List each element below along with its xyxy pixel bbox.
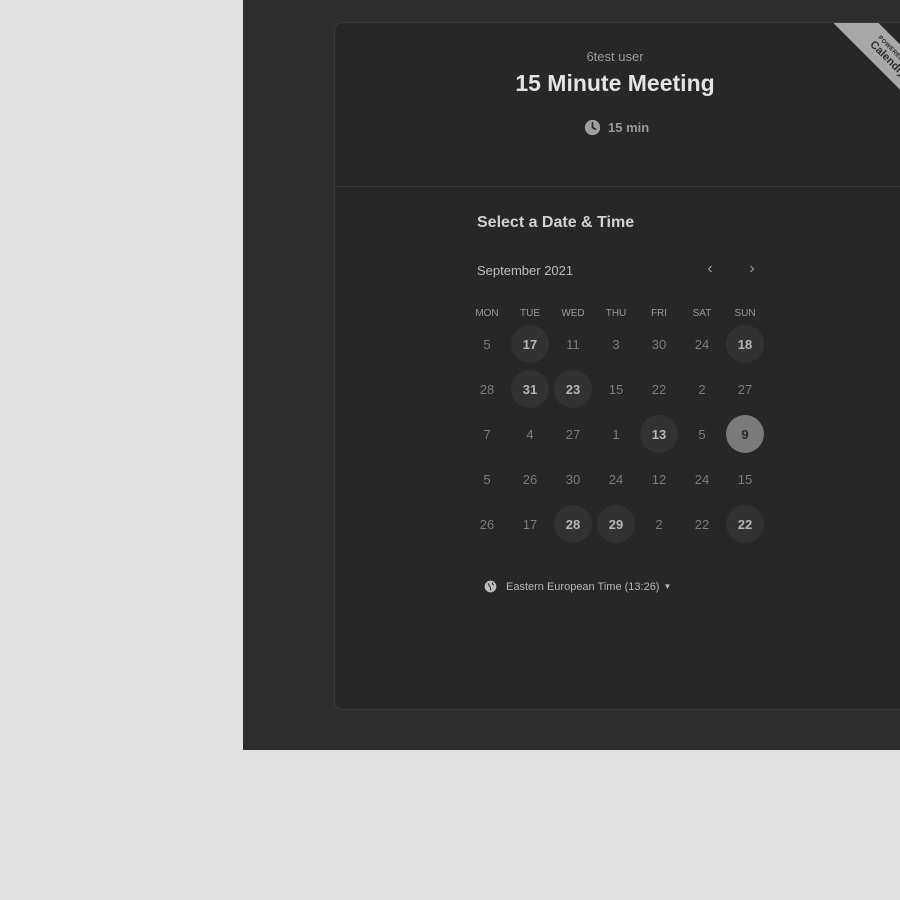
available-date-button[interactable]: 13 — [640, 415, 678, 453]
date-cell: 27 — [565, 426, 581, 442]
date-cell: 24 — [608, 471, 624, 487]
chevron-right-icon[interactable]: › — [742, 259, 762, 279]
date-cell: 5 — [483, 471, 491, 487]
month-label: September 2021 — [477, 263, 574, 278]
weekday-label: MON — [475, 308, 499, 319]
date-cell: 26 — [522, 471, 538, 487]
date-cell: 30 — [651, 336, 667, 352]
weekday-label: SUN — [734, 308, 756, 319]
weekday-label: WED — [561, 308, 585, 319]
event-title: 15 Minute Meeting — [515, 70, 715, 96]
date-cell: 24 — [694, 336, 710, 352]
date-cell: 30 — [565, 471, 581, 487]
date-cell: 27 — [737, 381, 753, 397]
date-cell: 4 — [526, 426, 534, 442]
host-name: 6test user — [586, 49, 644, 64]
available-date-button[interactable]: 18 — [726, 325, 764, 363]
date-cell: 26 — [479, 516, 495, 532]
available-date-button[interactable]: 31 — [511, 370, 549, 408]
weekday-label: FRI — [650, 308, 668, 319]
date-cell: 28 — [479, 381, 495, 397]
weekday-label: SAT — [692, 308, 712, 319]
timezone-selector[interactable]: Eastern European Time (13:26) ▼ — [484, 580, 671, 593]
date-cell: 5 — [698, 426, 706, 442]
available-date-button[interactable]: 17 — [511, 325, 549, 363]
select-date-heading: Select a Date & Time — [477, 214, 635, 231]
date-cell: 2 — [698, 381, 706, 397]
date-cell: 15 — [737, 471, 753, 487]
booking-card: POWERED BY Calendly 6test user 15 Minute… — [334, 22, 900, 710]
available-date-button[interactable]: 28 — [554, 505, 592, 543]
chevron-left-icon[interactable]: ‹ — [700, 259, 720, 279]
weekday-label: THU — [605, 308, 627, 319]
date-cell: 17 — [522, 516, 538, 532]
date-cell: 11 — [566, 336, 580, 352]
selected-date-button[interactable]: 9 — [726, 415, 764, 453]
available-date-button[interactable]: 23 — [554, 370, 592, 408]
date-cell: 2 — [655, 516, 663, 532]
timezone-label: Eastern European Time (13:26) — [506, 580, 660, 593]
date-cell: 22 — [651, 381, 667, 397]
date-cell: 1 — [612, 426, 620, 442]
weekday-label: TUE — [520, 308, 540, 319]
available-date-button[interactable]: 22 — [726, 505, 764, 543]
date-cell: 24 — [694, 471, 710, 487]
globe-icon — [484, 580, 497, 593]
event-header: 6test user 15 Minute Meeting 15 min — [335, 23, 900, 187]
caret-down-icon: ▼ — [663, 582, 672, 591]
date-cell: 12 — [651, 471, 667, 487]
date-cell: 22 — [694, 516, 710, 532]
available-date-button[interactable]: 29 — [597, 505, 635, 543]
date-cell: 15 — [608, 381, 624, 397]
duration-label: 15 min — [608, 120, 650, 135]
date-cell: 5 — [483, 336, 491, 352]
date-cell: 3 — [612, 336, 620, 352]
event-duration: 15 min — [584, 119, 649, 136]
clock-icon — [584, 119, 601, 136]
date-cell: 7 — [483, 426, 491, 442]
